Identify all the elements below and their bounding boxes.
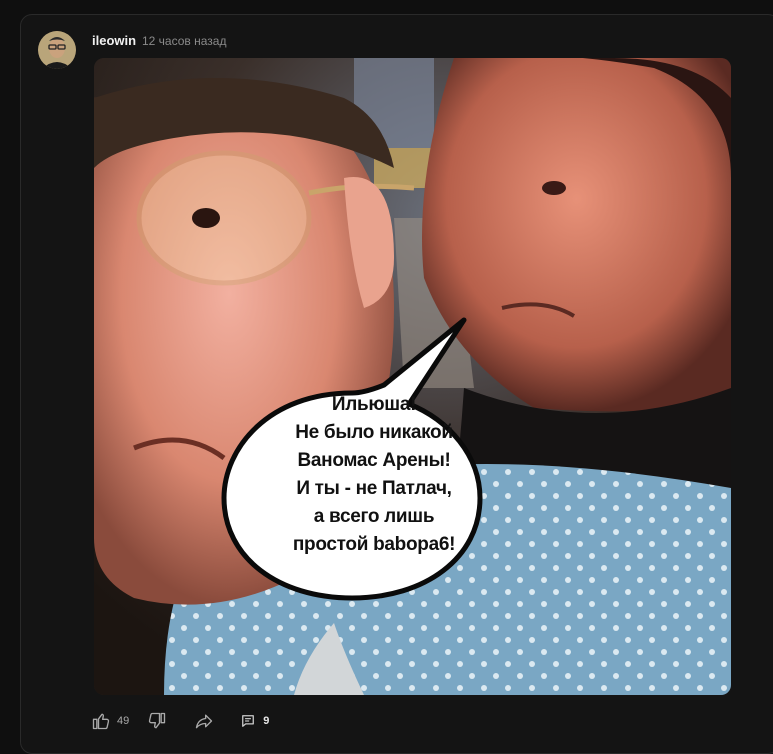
share-button[interactable] [193, 711, 215, 731]
comments-button[interactable]: 9 [241, 714, 269, 728]
author-name[interactable]: ileowin [92, 33, 136, 48]
comment-count: 9 [263, 715, 270, 727]
speech-line: Ваномас Арены! [297, 450, 451, 471]
like-button[interactable]: 49 [91, 711, 129, 731]
thumbs-down-icon [149, 712, 166, 729]
share-arrow-icon [196, 714, 213, 729]
speech-line: И ты - не Патлач, [296, 478, 452, 499]
comment-icon [242, 715, 255, 727]
speech-line: а всего лишь [313, 506, 435, 527]
speech-line: Ильюша! [331, 394, 417, 415]
speech-line: Не было никакой [295, 422, 453, 443]
author-avatar[interactable] [38, 31, 76, 69]
meme-photo [94, 58, 731, 695]
like-count: 49 [117, 715, 130, 727]
post-time[interactable]: 12 часов назад [142, 34, 226, 48]
speech-bubble-text: Ильюша! Не было никакой Ваномас Арены! И… [249, 391, 499, 559]
speech-line: простой babopa6! [292, 534, 456, 555]
post-actions: 49 9 [91, 710, 269, 732]
thumbs-up-icon [92, 713, 110, 730]
dislike-button[interactable] [147, 711, 167, 731]
post-image[interactable]: Ильюша! Не было никакой Ваномас Арены! И… [94, 58, 731, 695]
post-card: ileowin 12 часов назад Ильюша! Не было н… [20, 14, 773, 754]
avatar-image [38, 31, 76, 69]
